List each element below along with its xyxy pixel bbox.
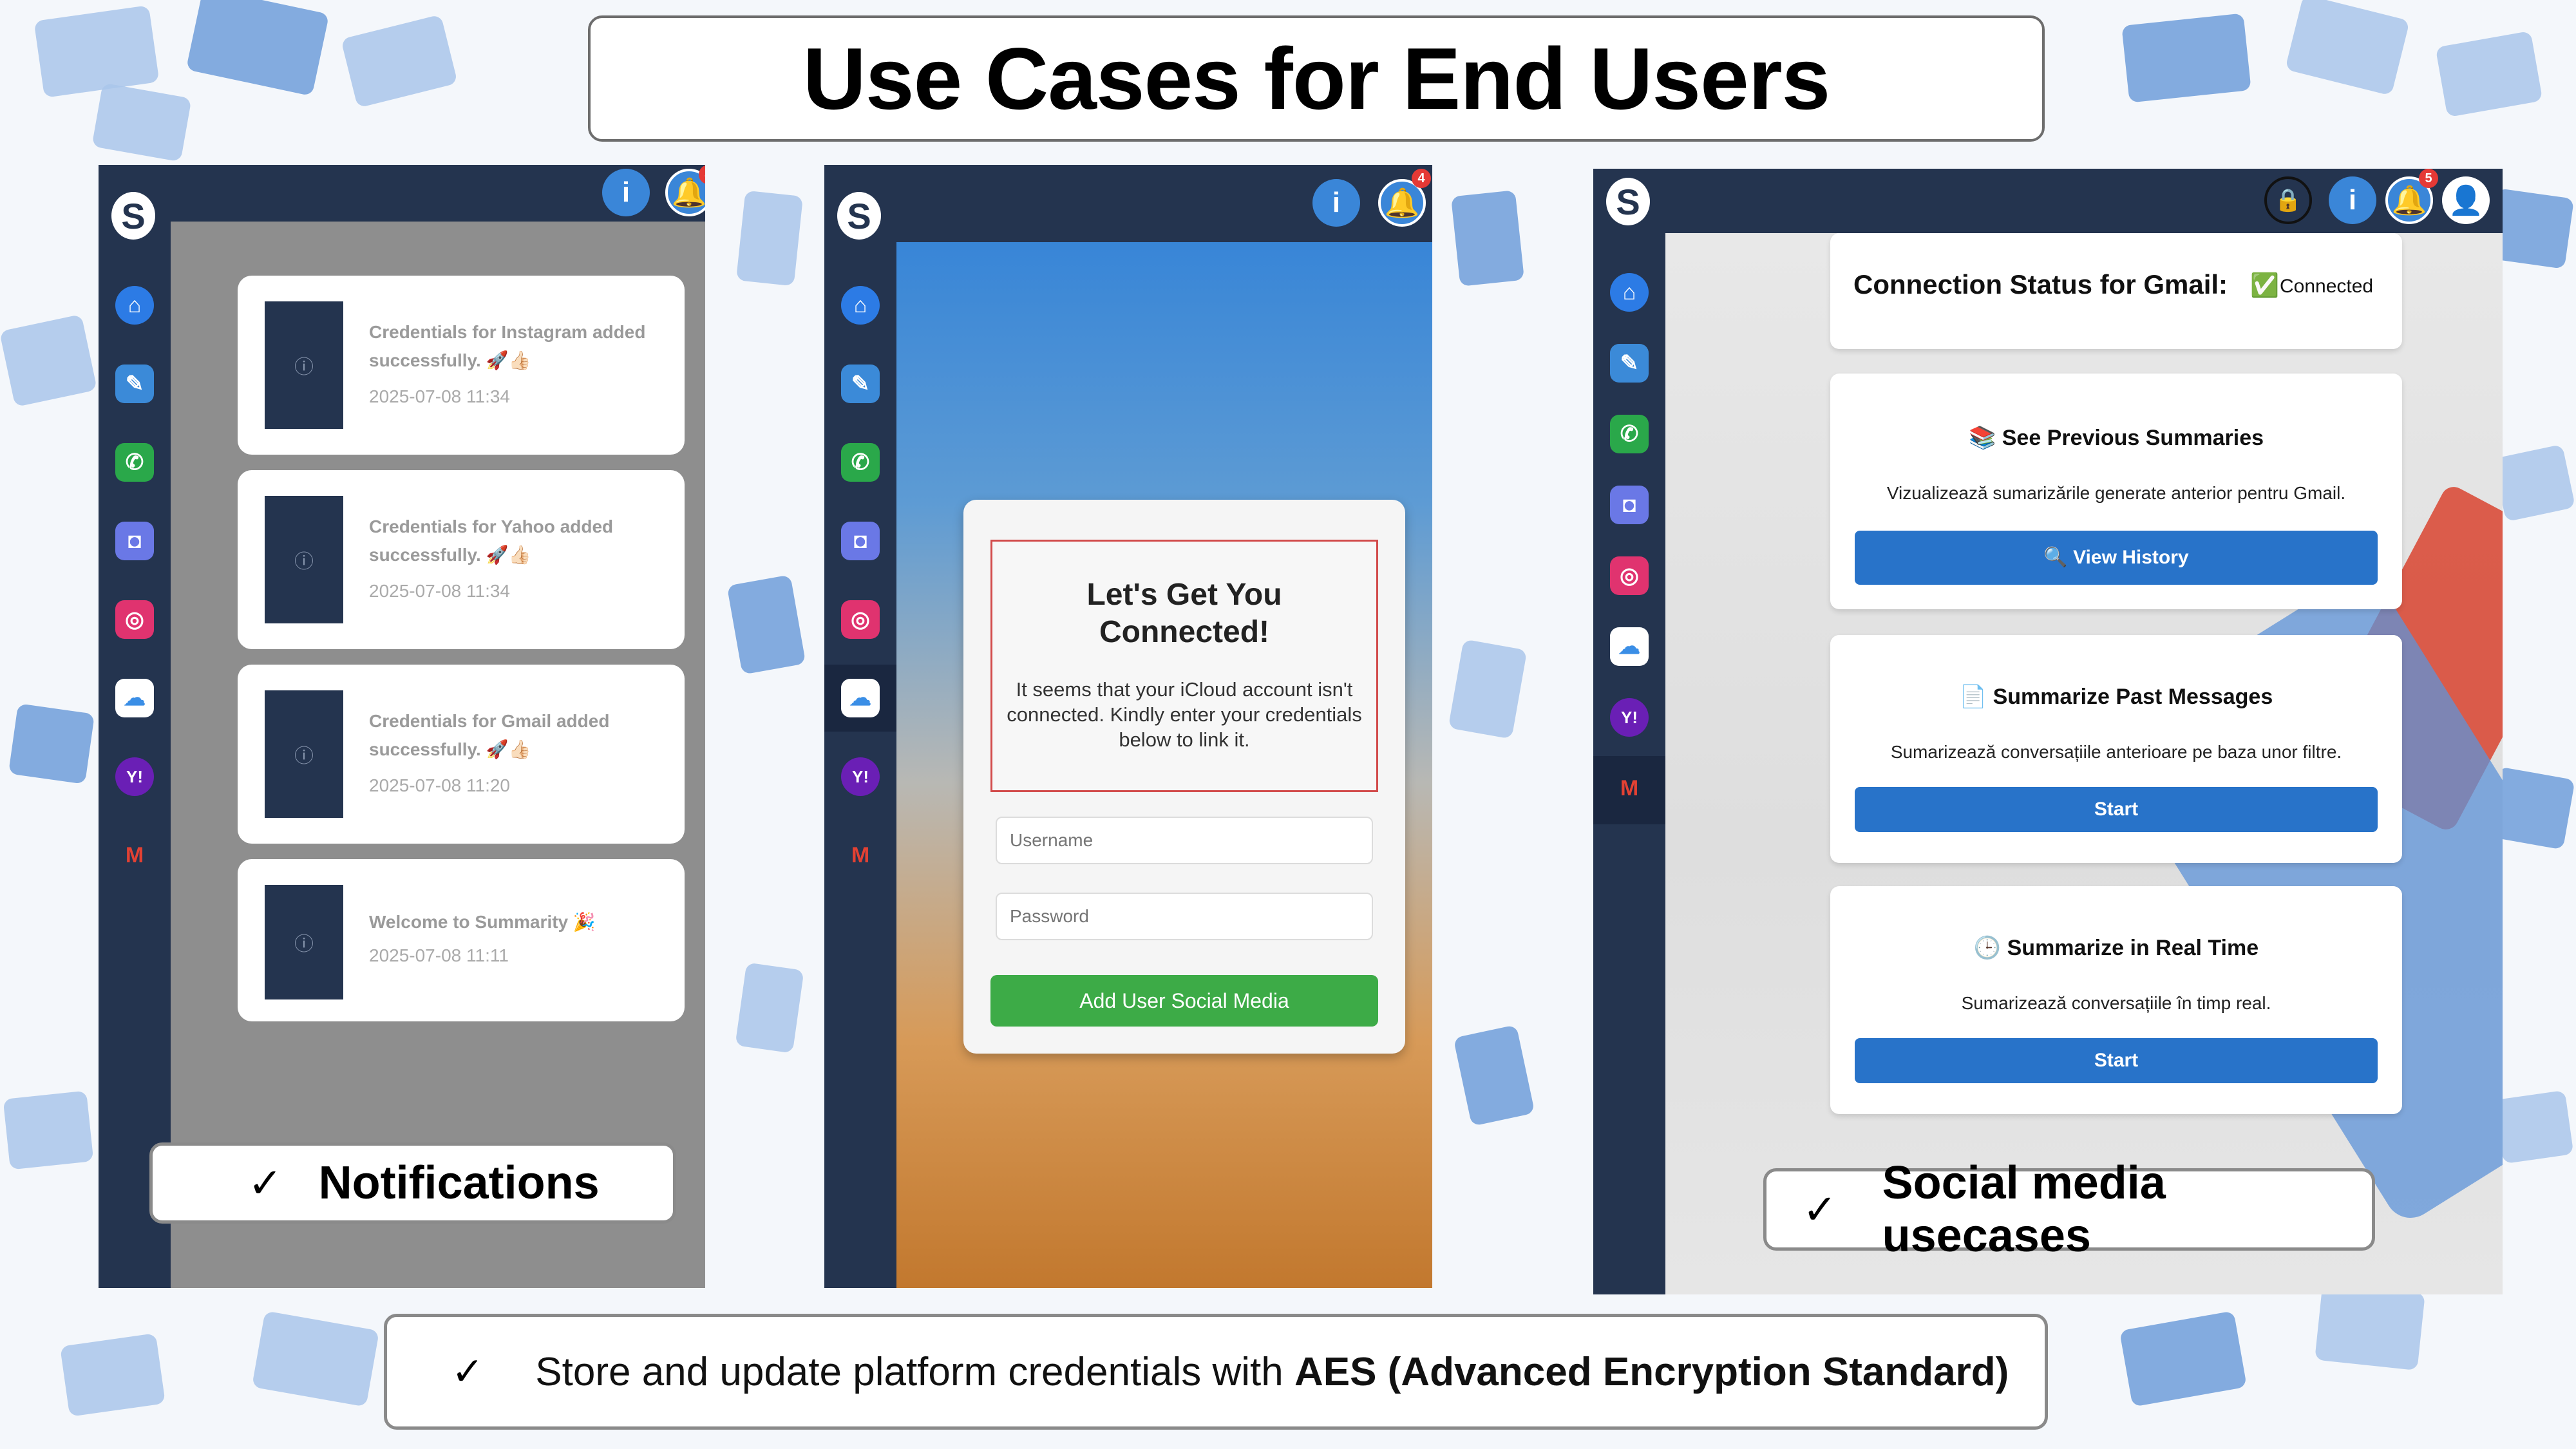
notification-thumbnail: ⓘ bbox=[265, 301, 343, 429]
whatsapp-icon[interactable]: ✆ bbox=[841, 443, 880, 482]
app-logo[interactable]: S bbox=[837, 192, 881, 240]
users-chat-icon[interactable]: ✎ bbox=[1610, 344, 1649, 383]
add-user-social-media-button[interactable]: Add User Social Media bbox=[990, 975, 1378, 1027]
icloud-icon[interactable]: ☁ bbox=[841, 679, 880, 717]
start-past-messages-button[interactable]: Start bbox=[1855, 787, 2378, 832]
check-icon: ✓ bbox=[1803, 1186, 1837, 1233]
check-icon: ✓ bbox=[248, 1159, 283, 1206]
instagram-icon[interactable]: ◎ bbox=[115, 600, 154, 639]
home-icon[interactable]: ⌂ bbox=[841, 286, 880, 325]
notifications-panel: S ⌂ ✎ ✆ ◘ ◎ ☁ Y! M i 🔔 4 👤 ⓘ Credentials… bbox=[99, 165, 705, 1288]
top-bar: 🔒 i 🔔 5 👤 bbox=[1665, 169, 2503, 233]
notification-card[interactable]: ⓘ Credentials for Yahoo added successful… bbox=[238, 470, 685, 649]
info-icon[interactable]: i bbox=[1312, 179, 1360, 227]
gmail-icon[interactable]: M bbox=[841, 836, 880, 875]
check-icon: ✅ bbox=[2250, 272, 2279, 298]
notifications-label-box: ✓ Notifications bbox=[149, 1142, 676, 1224]
document-icon: 📄 bbox=[1959, 685, 1987, 709]
slide-title-box: Use Cases for End Users bbox=[588, 15, 2045, 142]
notification-badge: 5 bbox=[2419, 169, 2438, 188]
discord-icon[interactable]: ◘ bbox=[115, 522, 154, 560]
sidebar: S ⌂ ✎ ✆ ◘ ◎ ☁ Y! M bbox=[824, 165, 896, 1288]
connect-message: It seems that your iCloud account isn't … bbox=[1007, 678, 1362, 751]
yahoo-icon[interactable]: Y! bbox=[1610, 698, 1649, 737]
footer-text-bold: AES (Advanced Encryption Standard) bbox=[1294, 1349, 2009, 1394]
card-description: Sumarizează conversațiile în timp real. bbox=[1961, 993, 2271, 1013]
sidebar: S ⌂ ✎ ✆ ◘ ◎ ☁ Y! M bbox=[99, 165, 171, 1288]
social-media-label-box: ✓ Social media usecases bbox=[1763, 1157, 2375, 1262]
view-history-button[interactable]: 🔍 View History bbox=[1855, 531, 2378, 585]
gmail-panel: S ⌂ ✎ ✆ ◘ ◎ ☁ Y! M 🔒 i 🔔 5 👤 Connection … bbox=[1593, 169, 2503, 1294]
notification-time: 2025-07-08 11:11 bbox=[369, 945, 509, 965]
discord-icon[interactable]: ◘ bbox=[841, 522, 880, 560]
app-logo[interactable]: S bbox=[1606, 178, 1650, 225]
footer-text-plain: Store and update platform credentials wi… bbox=[535, 1349, 1294, 1394]
top-bar: i 🔔 4 👤 bbox=[896, 165, 1432, 242]
notification-thumbnail: ⓘ bbox=[265, 885, 343, 999]
username-input[interactable] bbox=[996, 817, 1373, 864]
home-icon[interactable]: ⌂ bbox=[1610, 273, 1649, 312]
notifications-label: Notifications bbox=[318, 1157, 600, 1209]
user-avatar-icon[interactable]: 👤 bbox=[2442, 176, 2490, 224]
card-description: Vizualizează sumarizările generate anter… bbox=[1886, 483, 2346, 503]
slide-title: Use Cases for End Users bbox=[802, 30, 1831, 128]
whatsapp-icon[interactable]: ✆ bbox=[1610, 415, 1649, 453]
notification-time: 2025-07-08 11:34 bbox=[369, 581, 510, 601]
summarize-past-messages-card: 📄 Summarize Past Messages Sumarizează co… bbox=[1830, 635, 2402, 863]
instagram-icon[interactable]: ◎ bbox=[841, 600, 880, 639]
start-real-time-button[interactable]: Start bbox=[1855, 1038, 2378, 1083]
connect-heading: Let's Get You Connected! bbox=[1086, 578, 1282, 649]
notification-text: Credentials for Gmail added successfully… bbox=[369, 711, 610, 759]
icloud-icon[interactable]: ☁ bbox=[1610, 627, 1649, 666]
connection-status-title: Connection Status for Gmail: bbox=[1853, 269, 2228, 299]
notification-text: Credentials for Yahoo added successfully… bbox=[369, 516, 614, 565]
see-previous-summaries-card: 📚 See Previous Summaries Vizualizează su… bbox=[1830, 374, 2402, 609]
summarize-real-time-card: 🕒 Summarize in Real Time Sumarizează con… bbox=[1830, 886, 2402, 1114]
connect-card: Let's Get You Connected! It seems that y… bbox=[963, 500, 1405, 1054]
notification-time: 2025-07-08 11:34 bbox=[369, 386, 510, 406]
lock-icon[interactable]: 🔒 bbox=[2264, 176, 2312, 224]
yahoo-icon[interactable]: Y! bbox=[841, 757, 880, 796]
connection-status-card: Connection Status for Gmail: ✅ Connected bbox=[1830, 233, 2402, 349]
home-icon[interactable]: ⌂ bbox=[115, 286, 154, 325]
connect-panel: S ⌂ ✎ ✆ ◘ ◎ ☁ Y! M i 🔔 4 👤 Let's Get You… bbox=[824, 165, 1432, 1288]
notification-card[interactable]: ⓘ Welcome to Summarity 🎉 2025-07-08 11:1… bbox=[238, 859, 685, 1021]
footer-text: Store and update platform credentials wi… bbox=[535, 1349, 2009, 1395]
footer-box: ✓ Store and update platform credentials … bbox=[384, 1314, 2048, 1430]
notification-card[interactable]: ⓘ Credentials for Gmail added successful… bbox=[238, 665, 685, 844]
card-title: See Previous Summaries bbox=[2002, 426, 2264, 450]
card-title: Summarize in Real Time bbox=[2007, 936, 2259, 960]
card-title: Summarize Past Messages bbox=[1993, 685, 2273, 709]
notification-thumbnail: ⓘ bbox=[265, 496, 343, 623]
clock-icon: 🕒 bbox=[1973, 936, 2002, 960]
info-icon[interactable]: i bbox=[602, 169, 650, 216]
users-chat-icon[interactable]: ✎ bbox=[115, 365, 154, 403]
notification-card[interactable]: ⓘ Credentials for Instagram added succes… bbox=[238, 276, 685, 455]
notification-text: Credentials for Instagram added successf… bbox=[369, 322, 646, 370]
yahoo-icon[interactable]: Y! bbox=[115, 757, 154, 796]
discord-icon[interactable]: ◘ bbox=[1610, 486, 1649, 524]
gmail-icon[interactable]: M bbox=[1610, 769, 1649, 808]
whatsapp-icon[interactable]: ✆ bbox=[115, 443, 154, 482]
connection-status-value: Connected bbox=[2280, 276, 2374, 297]
notification-badge: 4 bbox=[1412, 169, 1431, 188]
card-description: Sumarizează conversațiile anterioare pe … bbox=[1890, 742, 2342, 762]
gmail-icon[interactable]: M bbox=[115, 836, 154, 875]
users-chat-icon[interactable]: ✎ bbox=[841, 365, 880, 403]
notification-text: Welcome to Summarity 🎉 bbox=[369, 912, 596, 932]
info-icon[interactable]: i bbox=[2329, 176, 2376, 224]
notification-time: 2025-07-08 11:20 bbox=[369, 775, 510, 795]
sidebar: S ⌂ ✎ ✆ ◘ ◎ ☁ Y! M bbox=[1593, 169, 1665, 1294]
instagram-icon[interactable]: ◎ bbox=[1610, 556, 1649, 595]
icloud-icon[interactable]: ☁ bbox=[115, 679, 154, 717]
password-input[interactable] bbox=[996, 893, 1373, 940]
check-icon: ✓ bbox=[451, 1350, 484, 1393]
books-icon: 📚 bbox=[1968, 426, 1996, 450]
warning-box: Let's Get You Connected! It seems that y… bbox=[990, 540, 1378, 792]
notification-thumbnail: ⓘ bbox=[265, 690, 343, 818]
app-logo[interactable]: S bbox=[111, 192, 155, 240]
top-bar: i 🔔 4 👤 bbox=[171, 165, 705, 222]
social-media-label: Social media usecases bbox=[1882, 1157, 2166, 1262]
